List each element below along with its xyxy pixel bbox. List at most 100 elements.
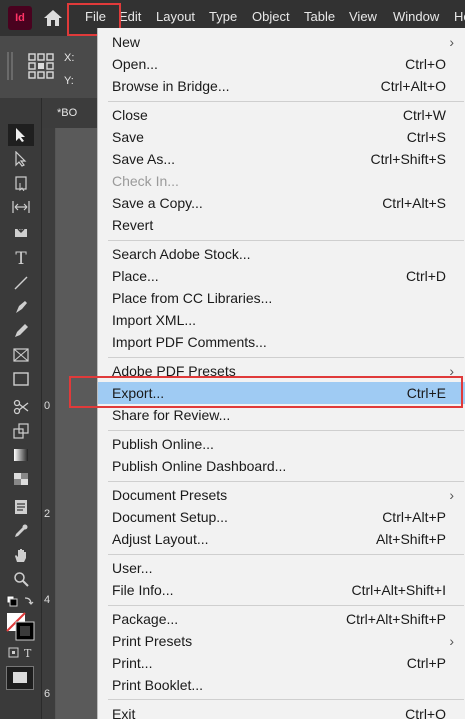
menu-help[interactable]: He xyxy=(454,9,465,24)
fill-stroke-swatch-icon[interactable] xyxy=(5,611,37,641)
type-tool-icon[interactable]: T xyxy=(8,248,34,270)
gradient-feather-tool-icon[interactable] xyxy=(8,468,34,490)
menu-item-publish-online-dashboard[interactable]: Publish Online Dashboard... xyxy=(98,455,465,477)
pencil-tool-icon[interactable] xyxy=(8,320,34,342)
menu-shortcut: Ctrl+Alt+Shift+P xyxy=(346,611,446,627)
zoom-tool-icon[interactable] xyxy=(8,568,34,590)
document-tab[interactable]: *BO xyxy=(57,107,77,119)
menu-item-user[interactable]: User... xyxy=(98,557,465,579)
content-collector-tool-icon[interactable] xyxy=(8,220,34,242)
menu-item-save-a-copy[interactable]: Save a Copy... Ctrl+Alt+S xyxy=(98,192,465,214)
pen-tool-icon[interactable] xyxy=(8,296,34,318)
menu-item-publish-online[interactable]: Publish Online... xyxy=(98,433,465,455)
menu-label: Place... xyxy=(112,268,159,284)
menu-item-new[interactable]: New › xyxy=(98,31,465,53)
free-transform-tool-icon[interactable] xyxy=(8,420,34,442)
menu-label: Package... xyxy=(112,611,179,627)
menu-shortcut: Ctrl+O xyxy=(405,56,446,72)
menu-shortcut: Ctrl+Alt+Shift+I xyxy=(351,582,446,598)
menu-view[interactable]: View xyxy=(349,9,377,24)
menu-edit[interactable]: Edit xyxy=(119,9,141,24)
menu-layout[interactable]: Layout xyxy=(156,9,195,24)
menu-separator xyxy=(108,481,464,482)
menu-item-exit[interactable]: Exit Ctrl+Q xyxy=(98,703,465,719)
menu-type[interactable]: Type xyxy=(209,9,237,24)
menu-separator xyxy=(108,605,464,606)
menu-item-print[interactable]: Print... Ctrl+P xyxy=(98,652,465,674)
logo-text: Id xyxy=(15,12,25,24)
menu-window[interactable]: Window xyxy=(393,9,439,24)
menu-item-save[interactable]: Save Ctrl+S xyxy=(98,126,465,148)
menu-item-place[interactable]: Place... Ctrl+D xyxy=(98,265,465,287)
menu-label: Import XML... xyxy=(112,312,197,328)
menu-shortcut: Ctrl+D xyxy=(405,268,446,284)
menu-item-print-booklet[interactable]: Print Booklet... xyxy=(98,674,465,696)
menu-item-document-presets[interactable]: Document Presets › xyxy=(98,484,465,506)
menu-item-document-setup[interactable]: Document Setup... Ctrl+Alt+P xyxy=(98,506,465,528)
menu-item-open[interactable]: Open... Ctrl+O xyxy=(98,53,465,75)
menu-separator xyxy=(108,101,464,102)
menu-label: Print Booklet... xyxy=(112,677,204,693)
menu-shortcut: Ctrl+W xyxy=(402,107,446,123)
menu-label: Print Presets xyxy=(112,633,193,649)
submenu-arrow-icon: › xyxy=(449,487,454,503)
menu-item-place-from-cc-libraries[interactable]: Place from CC Libraries... xyxy=(98,287,465,309)
screen-mode-icon[interactable] xyxy=(6,666,34,690)
formatting-container-icon[interactable]: T xyxy=(8,646,36,660)
line-tool-icon[interactable] xyxy=(8,272,34,294)
menu-item-package[interactable]: Package... Ctrl+Alt+Shift+P xyxy=(98,608,465,630)
ruler-mark: 0 xyxy=(44,400,51,412)
scissors-tool-icon[interactable] xyxy=(8,396,34,418)
menu-item-search-adobe-stock[interactable]: Search Adobe Stock... xyxy=(98,243,465,265)
control-bar xyxy=(0,36,110,98)
reference-point-icon[interactable] xyxy=(28,53,54,79)
rectangle-frame-tool-icon[interactable] xyxy=(8,344,34,366)
menu-item-import-pdf-comments[interactable]: Import PDF Comments... xyxy=(98,331,465,353)
menu-shortcut: Ctrl+Q xyxy=(405,706,446,719)
menu-item-print-presets[interactable]: Print Presets › xyxy=(98,630,465,652)
menu-item-close[interactable]: Close Ctrl+W xyxy=(98,104,465,126)
eyedropper-tool-icon[interactable] xyxy=(8,520,34,542)
ruler-mark: 6 xyxy=(44,688,51,700)
note-tool-icon[interactable] xyxy=(8,496,34,518)
menu-separator xyxy=(108,430,464,431)
rectangle-tool-icon[interactable] xyxy=(8,368,34,390)
menu-label: Close xyxy=(112,107,148,123)
swap-colors-icon[interactable] xyxy=(5,594,35,610)
menu-separator xyxy=(108,240,464,241)
gap-tool-icon[interactable] xyxy=(8,196,34,218)
menu-item-file-info[interactable]: File Info... Ctrl+Alt+Shift+I xyxy=(98,579,465,601)
menu-label: Exit xyxy=(112,706,136,719)
page-tool-icon[interactable] xyxy=(8,172,34,194)
menu-label: Place from CC Libraries... xyxy=(112,290,273,306)
menu-label: Search Adobe Stock... xyxy=(112,246,251,262)
menu-item-revert[interactable]: Revert xyxy=(98,214,465,236)
menu-label: Check In... xyxy=(112,173,179,189)
menu-item-save-as[interactable]: Save As... Ctrl+Shift+S xyxy=(98,148,465,170)
home-icon[interactable] xyxy=(43,9,63,27)
menu-object[interactable]: Object xyxy=(252,9,290,24)
menu-item-import-xml[interactable]: Import XML... xyxy=(98,309,465,331)
menu-shortcut: Alt+Shift+P xyxy=(375,531,446,547)
menu-label: Document Presets xyxy=(112,487,228,503)
vertical-ruler xyxy=(42,128,56,719)
selection-tool-icon[interactable] xyxy=(8,124,34,146)
gradient-swatch-tool-icon[interactable] xyxy=(8,444,34,466)
menu-item-browse-in-bridge[interactable]: Browse in Bridge... Ctrl+Alt+O xyxy=(98,75,465,97)
panel-grip-icon[interactable] xyxy=(6,50,14,82)
ruler-mark: 4 xyxy=(44,594,51,606)
menu-item-adjust-layout[interactable]: Adjust Layout... Alt+Shift+P xyxy=(98,528,465,550)
menu-label: Print... xyxy=(112,655,153,671)
menu-item-check-in: Check In... xyxy=(98,170,465,192)
menu-table[interactable]: Table xyxy=(304,9,335,24)
direct-selection-tool-icon[interactable] xyxy=(8,148,34,170)
x-label: X: xyxy=(64,52,75,64)
menu-label: Document Setup... xyxy=(112,509,228,525)
hand-tool-icon[interactable] xyxy=(8,544,34,566)
y-label: Y: xyxy=(64,75,74,87)
file-menu-dropdown: New › Open... Ctrl+O Browse in Bridge... Ct… xyxy=(97,28,465,719)
menu-label: Browse in Bridge... xyxy=(112,78,230,94)
menu-label: Save As... xyxy=(112,151,176,167)
menu-shortcut: Ctrl+Alt+P xyxy=(382,509,446,525)
menu-shortcut: Ctrl+S xyxy=(406,129,446,145)
